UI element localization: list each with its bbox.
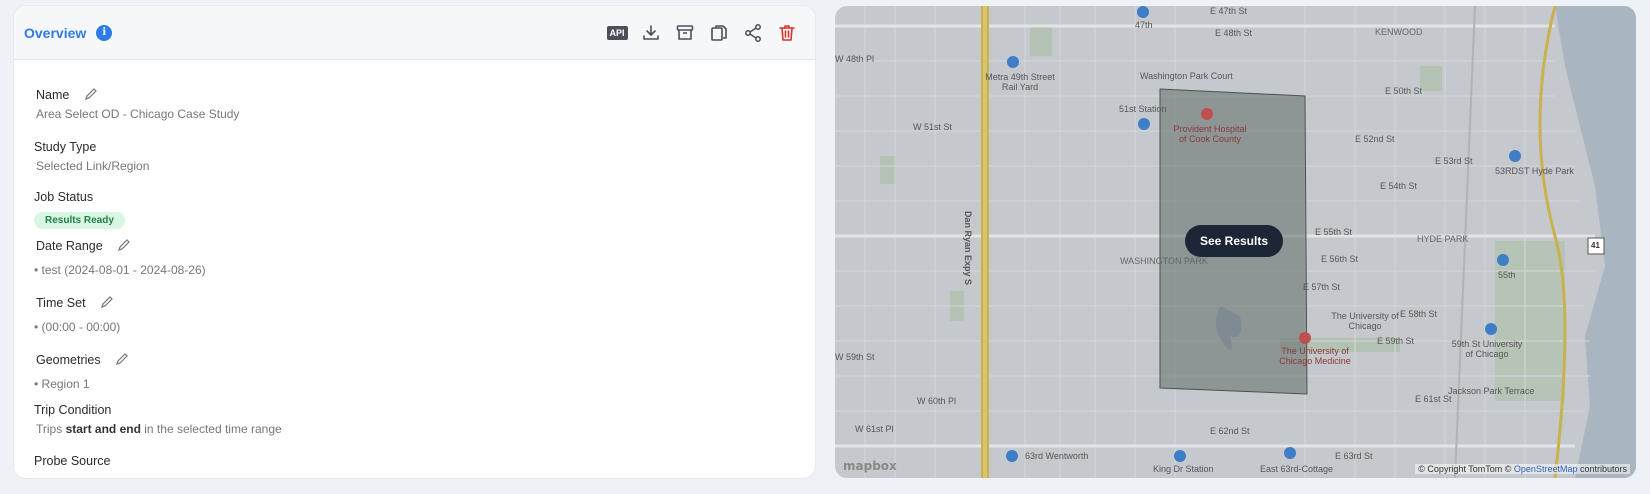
time-set-value: • (00:00 - 00:00) [34, 320, 121, 334]
delete-button[interactable] [777, 23, 797, 43]
route-41-shield: 41 [1591, 241, 1600, 250]
label-dryan: Dan Ryan Expy S [963, 211, 973, 286]
trip-condition-prefix: Trips [36, 422, 66, 436]
download-icon [643, 24, 659, 40]
attribution-prefix: © Copyright TomTom © [1418, 464, 1514, 474]
mapbox-logo[interactable]: mapbox [843, 459, 897, 473]
geometries-value: • Region 1 [34, 377, 90, 391]
time-set-field: Time Set • (00:00 - 00:00) [34, 294, 121, 334]
label-e57: E 57th St [1303, 282, 1341, 292]
label-s51: 51st Station [1119, 104, 1167, 114]
api-icon: API [606, 25, 628, 40]
label-e56: E 56th St [1321, 254, 1359, 264]
see-results-button[interactable]: See Results [1185, 225, 1283, 257]
label-e50: E 50th St [1385, 86, 1423, 96]
edit-date-range-icon[interactable] [117, 238, 131, 252]
label-e61: E 61st St [1415, 394, 1452, 404]
probe-source-label: Probe Source [34, 454, 111, 468]
label-hydepark: HYDE PARK [1417, 234, 1469, 244]
date-range-value: • test (2024-08-01 - 2024-08-26) [34, 263, 206, 277]
trip-condition-value: Trips start and end in the selected time… [36, 422, 282, 436]
archive-icon [676, 24, 694, 40]
label-e48: E 48th St [1215, 28, 1253, 38]
probe-source-field: Probe Source [34, 452, 110, 470]
label-ucmed: The University of Chicago Medicine [1279, 346, 1351, 366]
label-w61: W 61st Pl [855, 424, 894, 434]
overview-panel: Overview i API Name Area Select OD - Chi… [14, 6, 815, 478]
date-range-label: Date Range [36, 239, 103, 253]
label-e52: E 52nd St [1355, 134, 1395, 144]
geometries-label: Geometries [36, 353, 101, 367]
trip-condition-field: Trip Condition Trips start and end in th… [34, 401, 282, 436]
overview-title: Overview [24, 24, 87, 41]
map-attribution: © Copyright TomTom © OpenStreetMap contr… [1415, 464, 1630, 474]
label-provident: Provident Hospital of Cook County [1173, 124, 1247, 144]
trip-condition-bold: start and end [65, 422, 141, 436]
label-e55: E 55th St [1315, 227, 1353, 237]
label-w59: W 59th St [835, 352, 875, 362]
overview-body: Name Area Select OD - Chicago Case Study… [14, 60, 815, 468]
label-e47: E 47th St [1210, 6, 1248, 16]
attribution-suffix: contributors [1577, 464, 1627, 474]
edit-name-icon[interactable] [84, 87, 98, 101]
label-e63: E 63rd St [1335, 451, 1373, 461]
label-e62: E 62nd St [1210, 426, 1250, 436]
share-icon [745, 23, 761, 42]
name-field: Name Area Select OD - Chicago Case Study [36, 86, 239, 121]
copy-icon [711, 24, 727, 41]
edit-time-set-icon[interactable] [100, 295, 114, 309]
label-e54: E 54th St [1380, 181, 1418, 191]
archive-button[interactable] [675, 23, 695, 43]
label-metra: Metra 49th Street Rail Yard [985, 72, 1055, 92]
label-w51: W 51st St [913, 122, 953, 132]
label-wpcourt: Washington Park Court [1140, 71, 1233, 81]
copy-button[interactable] [709, 23, 729, 43]
label-e58: E 58th St [1400, 309, 1438, 319]
info-icon[interactable]: i [96, 24, 113, 41]
label-w60: W 60th Pl [917, 396, 957, 406]
overview-toolbar: API [606, 23, 805, 43]
trip-condition-suffix: in the selected time range [140, 422, 282, 436]
geometries-field: Geometries • Region 1 [34, 351, 129, 391]
trip-condition-label: Trip Condition [34, 403, 112, 417]
download-button[interactable] [641, 23, 661, 43]
trash-icon [779, 24, 795, 41]
label-e63station: East 63rd-Cottage [1260, 464, 1334, 474]
job-status-field: Job Status Results Ready [34, 188, 125, 229]
label-w48: W 48th Pl [835, 54, 875, 64]
api-button[interactable]: API [606, 23, 628, 43]
status-badge: Results Ready [34, 212, 125, 229]
name-value: Area Select OD - Chicago Case Study [36, 107, 240, 121]
label-kingdr: King Dr Station [1153, 464, 1214, 474]
study-type-label: Study Type [34, 140, 97, 154]
label-hp53: 53RDST Hyde Park [1495, 166, 1574, 176]
label-washington: WASHINGTON PARK [1120, 256, 1208, 266]
label-kenwood: KENWOOD [1375, 27, 1423, 37]
study-type-field: Study Type Selected Link/Region [34, 138, 149, 173]
label-uchicago: The University of Chicago [1331, 311, 1399, 331]
label-e53: E 53rd St [1435, 156, 1473, 166]
label-wentworth: 63rd Wentworth [1025, 451, 1089, 461]
label-s59univ: 59th St University of Chicago [1451, 339, 1523, 359]
share-button[interactable] [743, 23, 763, 43]
name-label: Name [36, 88, 70, 102]
osm-link[interactable]: OpenStreetMap [1514, 464, 1578, 474]
edit-geometries-icon[interactable] [115, 352, 129, 366]
time-set-label: Time Set [36, 296, 86, 310]
label-jackson: Jackson Park Terrace [1448, 386, 1535, 396]
date-range-field: Date Range • test (2024-08-01 - 2024-08-… [34, 237, 206, 277]
map-view[interactable]: W 48th Pl W 51st St W 59th St W 60th Pl … [835, 6, 1636, 478]
label-e59: E 59th St [1377, 336, 1415, 346]
job-status-label: Job Status [34, 190, 94, 204]
study-type-value: Selected Link/Region [36, 159, 150, 173]
overview-header: Overview i API [14, 6, 815, 60]
label-s55: 55th [1498, 270, 1516, 280]
label-s47: 47th [1135, 20, 1153, 30]
